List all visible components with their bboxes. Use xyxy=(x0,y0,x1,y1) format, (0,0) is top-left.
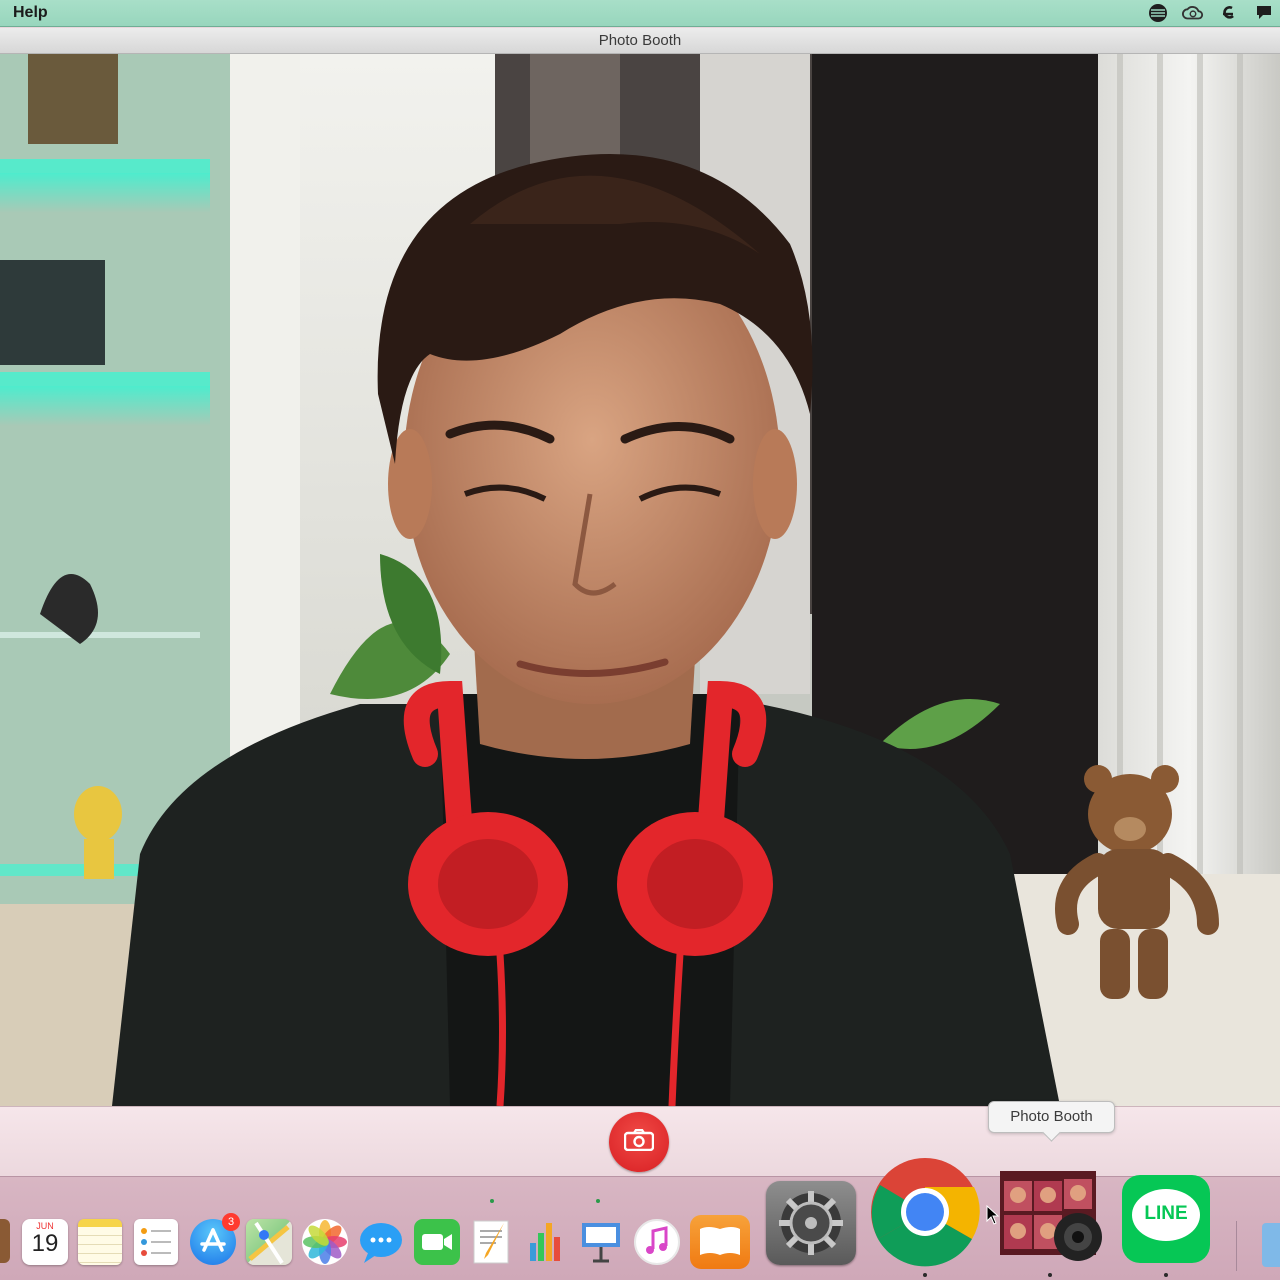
dock-photos[interactable] xyxy=(302,1219,348,1265)
dock-app-store[interactable]: 3 xyxy=(190,1213,240,1265)
evernote-icon[interactable] xyxy=(1217,2,1239,24)
dock-pages[interactable] xyxy=(470,1215,514,1265)
line-running-indicator xyxy=(1164,1273,1168,1277)
keynote-icon xyxy=(582,1223,620,1263)
gear-icon xyxy=(779,1191,843,1255)
dock-google-chrome[interactable] xyxy=(870,1157,980,1267)
mouse-cursor-icon xyxy=(986,1205,1000,1225)
calendar-day: 19 xyxy=(31,1230,59,1257)
chat-icon[interactable] xyxy=(1252,2,1274,24)
pages-icon xyxy=(473,1220,509,1264)
keynote-running-indicator xyxy=(596,1199,600,1203)
vpn-icon[interactable] xyxy=(1147,2,1169,24)
dock-messages[interactable] xyxy=(358,1219,404,1265)
chrome-running-indicator xyxy=(923,1273,927,1277)
menu-bar: Help xyxy=(0,0,1280,27)
creative-cloud-icon[interactable] xyxy=(1182,2,1204,24)
dock-reminders[interactable] xyxy=(134,1219,178,1265)
dock-calendar[interactable]: JUN 19 xyxy=(22,1219,68,1265)
dock-ibooks[interactable] xyxy=(690,1215,750,1269)
window-title: Photo Booth xyxy=(598,32,682,49)
camera-preview xyxy=(0,54,1280,1106)
line-label: LINE xyxy=(1144,1203,1188,1224)
dock-system-preferences[interactable] xyxy=(766,1181,856,1265)
menu-help[interactable]: Help xyxy=(13,4,48,22)
itunes-icon xyxy=(646,1226,668,1254)
chrome-icon xyxy=(871,1158,980,1267)
dock-facetime[interactable] xyxy=(414,1219,460,1265)
dock-folder[interactable] xyxy=(1262,1223,1280,1267)
photos-icon xyxy=(303,1220,347,1264)
dock-notes[interactable] xyxy=(78,1219,122,1265)
ibooks-icon xyxy=(700,1227,740,1255)
dock-numbers[interactable] xyxy=(524,1217,568,1265)
photo-booth-running-indicator xyxy=(1048,1273,1052,1277)
camera-preview-image xyxy=(0,54,1280,1106)
dock-divider xyxy=(1236,1221,1237,1271)
maps-icon xyxy=(248,1221,290,1265)
pages-running-indicator xyxy=(490,1199,494,1203)
dock-line[interactable]: LINE xyxy=(1122,1175,1210,1263)
take-photo-button[interactable] xyxy=(609,1112,669,1172)
dock-tooltip: Photo Booth xyxy=(988,1101,1115,1133)
app-store-badge: 3 xyxy=(222,1213,240,1231)
facetime-icon xyxy=(422,1234,452,1250)
status-icons xyxy=(1147,2,1280,24)
camera-icon xyxy=(623,1128,655,1156)
dock-maps[interactable] xyxy=(246,1219,292,1265)
photo-booth-icon xyxy=(1000,1171,1102,1261)
numbers-icon xyxy=(530,1223,560,1261)
window-titlebar[interactable]: Photo Booth xyxy=(0,28,1280,54)
dock-itunes[interactable] xyxy=(634,1219,680,1265)
dock: JUN 19 3 LINE xyxy=(0,1158,1280,1280)
dock-partial-icon[interactable] xyxy=(0,1219,10,1263)
dock-photo-booth[interactable] xyxy=(994,1167,1104,1267)
dock-keynote[interactable] xyxy=(578,1215,624,1265)
messages-icon xyxy=(360,1223,402,1263)
